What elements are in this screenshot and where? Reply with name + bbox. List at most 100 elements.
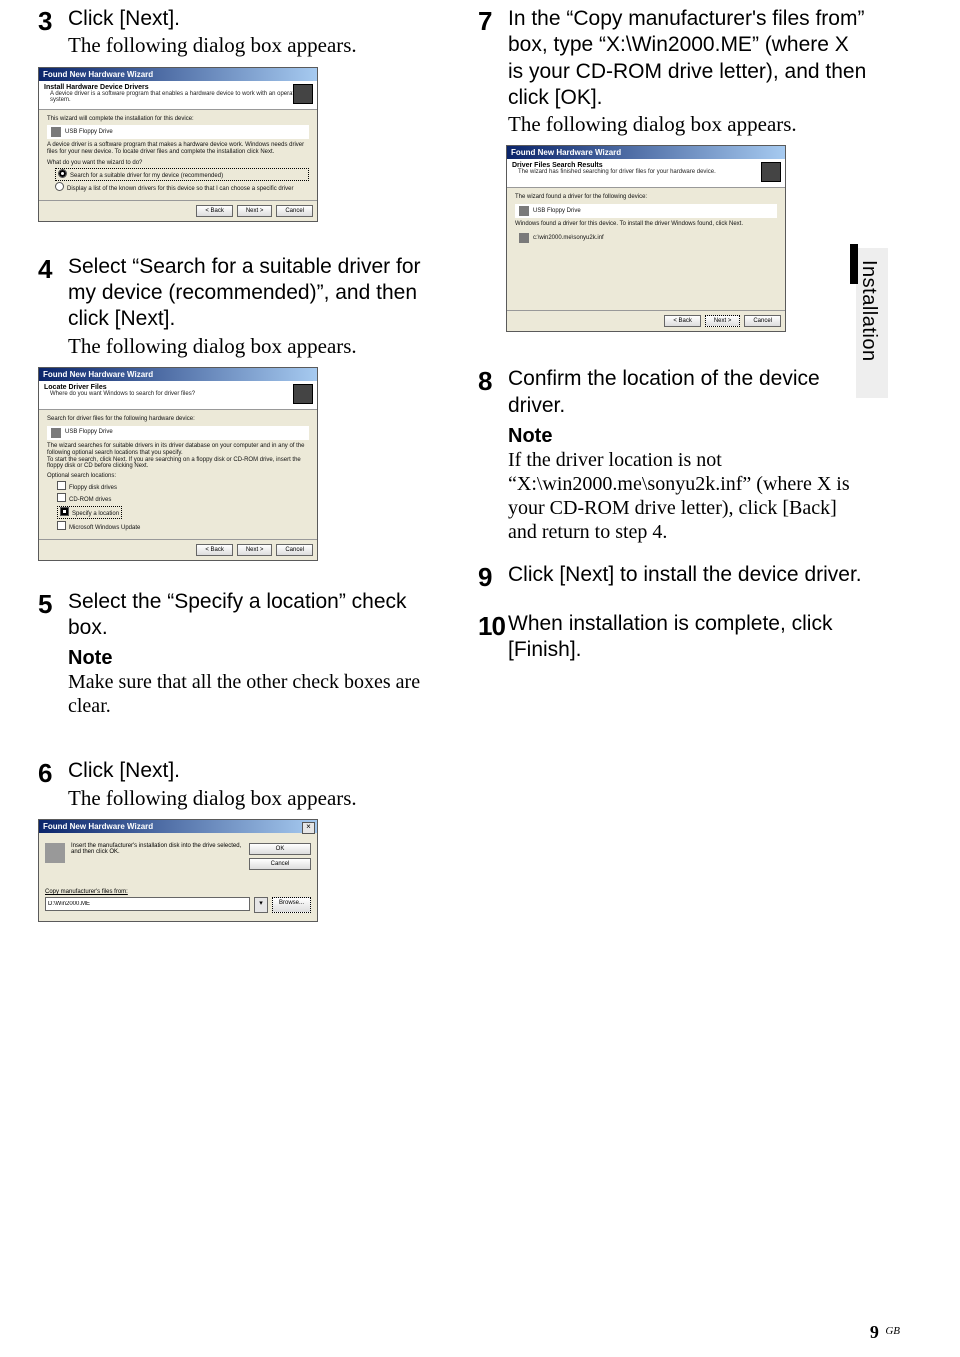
step-9: 9 Click [Next] to install the device dri… xyxy=(478,562,876,593)
page-number: 9 xyxy=(870,1322,879,1342)
back-button[interactable]: < Back xyxy=(196,544,233,556)
note-label: Note xyxy=(68,647,428,670)
step-body: Click [Next]. The following dialog box a… xyxy=(68,6,428,59)
wizard-titlebar: Found New Hardware Wizard xyxy=(39,68,317,81)
cancel-button[interactable]: Cancel xyxy=(249,858,311,870)
wizard-subheading: The wizard has finished searching for dr… xyxy=(518,169,780,176)
step-result: The following dialog box appears. xyxy=(508,112,797,136)
driver-path-row: c:\win2000.me\sonyu2k.inf xyxy=(515,231,777,245)
right-column: 7 In the “Copy manufacturer's files from… xyxy=(478,0,876,922)
close-icon[interactable]: × xyxy=(302,822,315,834)
step-body: Click [Next]. The following dialog box a… xyxy=(68,758,428,811)
step-number: 7 xyxy=(478,6,504,37)
step-3: 3 Click [Next]. The following dialog box… xyxy=(38,6,438,59)
wizard-buttons-right: OK Cancel xyxy=(249,843,311,873)
step-instruction: Select the “Specify a location” check bo… xyxy=(68,590,407,639)
page-lang: GB xyxy=(885,1325,900,1337)
checkbox-floppy[interactable]: Floppy disk drives xyxy=(57,481,309,492)
wizard-heading: Driver Files Search Results xyxy=(512,162,603,169)
wizard-text: Search for driver files for the followin… xyxy=(47,416,309,423)
step-number: 3 xyxy=(38,6,64,37)
wizard-bottom: Copy manufacturer's files from: ▾ Browse… xyxy=(39,879,317,921)
step-instruction: Click [Next]. xyxy=(68,7,180,30)
wizard-header: Locate Driver Files Where do you want Wi… xyxy=(39,381,317,410)
step-body: Select “Search for a suitable driver for… xyxy=(68,254,428,359)
step-body: In the “Copy manufacturer's files from” … xyxy=(508,6,868,137)
wizard-buttons: < Back Next > Cancel xyxy=(39,200,317,221)
cancel-button[interactable]: Cancel xyxy=(744,315,781,327)
checkbox-windows-update[interactable]: Microsoft Windows Update xyxy=(57,521,309,532)
cancel-button[interactable]: Cancel xyxy=(276,544,313,556)
step-instruction: When installation is complete, click [Fi… xyxy=(508,612,832,661)
wizard-install-drivers: Found New Hardware Wizard Install Hardwa… xyxy=(38,67,318,222)
wizard-titlebar: Found New Hardware Wizard xyxy=(39,820,317,833)
note-label: Note xyxy=(508,425,868,448)
step-5: 5 Select the “Specify a location” check … xyxy=(38,589,438,719)
wizard-search-results: Found New Hardware Wizard Driver Files S… xyxy=(506,145,786,332)
step-result: The following dialog box appears. xyxy=(68,33,357,57)
wizard-titlebar: Found New Hardware Wizard xyxy=(507,146,785,159)
copy-from-label: Copy manufacturer's files from: xyxy=(45,889,311,895)
radio-display-list[interactable]: Display a list of the known drivers for … xyxy=(55,182,309,193)
wizard-buttons: < Back Next > Cancel xyxy=(39,539,317,560)
disk-icon xyxy=(45,843,65,863)
checkbox-cdrom[interactable]: CD-ROM drives xyxy=(57,493,309,504)
wizard-subheading: A device driver is a software program th… xyxy=(50,91,312,104)
step-instruction: Click [Next]. xyxy=(68,759,180,782)
wizard-locate-files: Found New Hardware Wizard Locate Driver … xyxy=(38,367,318,561)
step-result: The following dialog box appears. xyxy=(68,334,357,358)
device-row: USB Floppy Drive xyxy=(515,204,777,218)
browse-button[interactable]: Browse... xyxy=(272,897,311,913)
wizard-heading: Locate Driver Files xyxy=(44,384,107,391)
next-button[interactable]: Next > xyxy=(705,315,741,327)
note-text: Make sure that all the other check boxes… xyxy=(68,670,428,718)
device-row: USB Floppy Drive xyxy=(47,125,309,139)
step-10: 10 When installation is complete, click … xyxy=(478,611,876,664)
driver-path: c:\win2000.me\sonyu2k.inf xyxy=(533,235,604,242)
device-row: USB Floppy Drive xyxy=(47,426,309,440)
step-body: Click [Next] to install the device drive… xyxy=(508,562,868,588)
ok-button[interactable]: OK xyxy=(249,843,311,855)
next-button[interactable]: Next > xyxy=(237,544,273,556)
page: Installation 3 Click [Next]. The followi… xyxy=(0,0,960,1357)
step-body: Select the “Specify a location” check bo… xyxy=(68,589,428,719)
step-7: 7 In the “Copy manufacturer's files from… xyxy=(478,6,876,137)
step-number: 10 xyxy=(478,611,504,642)
page-footer: 9 GB xyxy=(870,1322,900,1343)
wizard-text: The wizard searches for suitable drivers… xyxy=(47,443,309,457)
step-number: 5 xyxy=(38,589,64,620)
wizard-buttons: < Back Next > Cancel xyxy=(507,310,785,331)
wizard-question: Optional search locations: xyxy=(47,473,309,480)
cancel-button[interactable]: Cancel xyxy=(276,205,313,217)
dropdown-arrow-icon[interactable]: ▾ xyxy=(254,897,268,913)
wizard-text: A device driver is a software program th… xyxy=(47,142,309,156)
step-instruction: Click [Next] to install the device drive… xyxy=(508,563,862,586)
device-icon xyxy=(293,384,313,404)
step-result: The following dialog box appears. xyxy=(68,786,357,810)
step-instruction: In the “Copy manufacturer's files from” … xyxy=(508,7,866,109)
step-number: 6 xyxy=(38,758,64,789)
wizard-body: The wizard found a driver for the follow… xyxy=(507,188,785,310)
wizard-heading: Install Hardware Device Drivers xyxy=(44,84,149,91)
device-name: USB Floppy Drive xyxy=(533,208,581,215)
wizard-top: Insert the manufacturer's installation d… xyxy=(39,833,317,879)
wizard-header: Install Hardware Device Drivers A device… xyxy=(39,81,317,110)
wizard-body: Search for driver files for the followin… xyxy=(39,410,317,539)
wizard-titlebar: Found New Hardware Wizard xyxy=(39,368,317,381)
wizard-message: Insert the manufacturer's installation d… xyxy=(71,843,243,856)
checkbox-specify-location[interactable]: Specify a location xyxy=(57,506,122,519)
step-body: Confirm the location of the device drive… xyxy=(508,366,868,544)
radio-search-suitable[interactable]: Search for a suitable driver for my devi… xyxy=(55,168,309,181)
back-button[interactable]: < Back xyxy=(664,315,701,327)
wizard-header: Driver Files Search Results The wizard h… xyxy=(507,159,785,188)
wizard-text: This wizard will complete the installati… xyxy=(47,116,309,123)
next-button[interactable]: Next > xyxy=(237,205,273,217)
device-icon xyxy=(761,162,781,182)
device-name: USB Floppy Drive xyxy=(65,429,113,436)
step-6: 6 Click [Next]. The following dialog box… xyxy=(38,758,438,811)
back-button[interactable]: < Back xyxy=(196,205,233,217)
step-body: When installation is complete, click [Fi… xyxy=(508,611,864,664)
note-text: If the driver location is not “X:\win200… xyxy=(508,448,868,544)
path-input[interactable] xyxy=(45,897,250,911)
left-column: 3 Click [Next]. The following dialog box… xyxy=(38,0,438,922)
